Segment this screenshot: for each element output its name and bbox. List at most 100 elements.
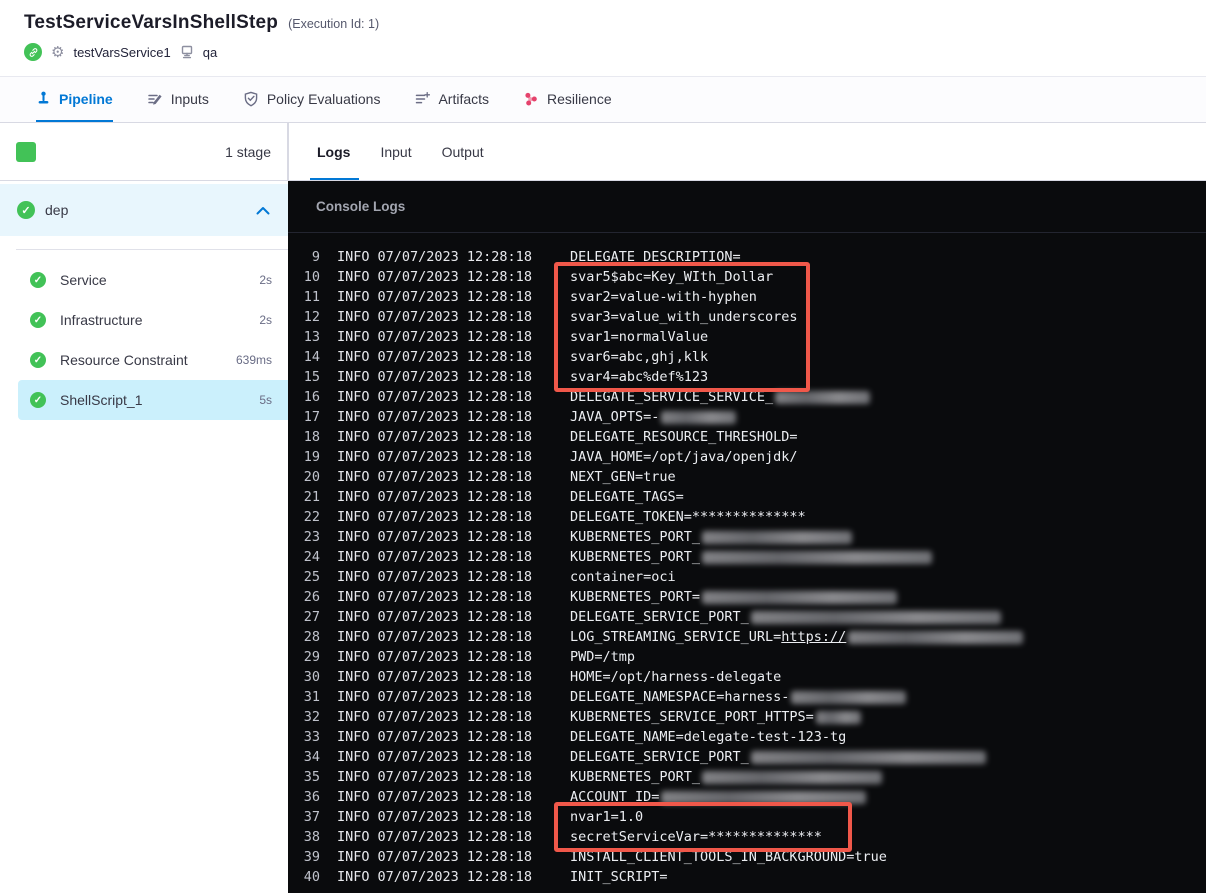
log-text: DELEGATE_SERVICE_PORT_ (569, 749, 749, 765)
tab-label: Pipeline (59, 90, 113, 107)
tab-artifacts[interactable]: Artifacts (414, 77, 489, 122)
log-level: INFO (337, 509, 370, 525)
log-line-number: 27 (303, 609, 320, 625)
step-duration: 5s (259, 393, 272, 407)
step-name: ShellScript_1 (60, 392, 143, 408)
log-text: JAVA_OPTS=- (569, 409, 660, 425)
log-row: 22 INFO 07/07/2023 12:28:18 DELEGATE_TOKEN=… (288, 507, 1206, 527)
log-row: 15 INFO 07/07/2023 12:28:18 svar4=abc%def%1… (288, 367, 1206, 387)
log-text: KUBERNETES_PORT= (569, 589, 700, 605)
log-line-number: 14 (303, 349, 320, 365)
log-row: 33 INFO 07/07/2023 12:28:18 DELEGATE_NAME=d… (288, 727, 1206, 747)
step-shellscript-1[interactable]: ✓ ShellScript_1 5s (18, 380, 288, 420)
log-text: svar4=abc%def%123 (569, 369, 709, 385)
redacted-text (750, 610, 1001, 624)
log-text: NEXT_GEN=true (569, 469, 676, 485)
log-line-number: 31 (303, 689, 320, 705)
log-timestamp: 07/07/2023 12:28:18 (377, 789, 532, 805)
log-row: 35 INFO 07/07/2023 12:28:18 KUBERNETES_PORT… (288, 767, 1206, 787)
log-level: INFO (337, 649, 370, 665)
log-line-number: 13 (303, 329, 320, 345)
log-message: svar3=value_with_underscores (570, 309, 798, 325)
log-row: 21 INFO 07/07/2023 12:28:18 DELEGATE_TAGS= (288, 487, 1206, 507)
log-message: INSTALL_CLIENT_TOOLS_IN_BACKGROUND=true (570, 849, 887, 865)
log-level: INFO (337, 829, 370, 845)
title-row: TestServiceVarsInShellStep (Execution Id… (24, 12, 1206, 34)
tab-policy-evaluations[interactable]: Policy Evaluations (243, 77, 380, 122)
step-infrastructure[interactable]: ✓ Infrastructure 2s (18, 300, 288, 340)
log-level: INFO (337, 309, 370, 325)
log-text: DELEGATE_TOKEN=************** (569, 509, 806, 525)
log-tab-logs[interactable]: Logs (309, 123, 361, 180)
log-level: INFO (337, 369, 370, 385)
log-timestamp: 07/07/2023 12:28:18 (377, 709, 532, 725)
log-text: svar2=value-with-hyphen (569, 289, 757, 305)
log-row: 37 INFO 07/07/2023 12:28:18 nvar1=1.0 (288, 807, 1206, 827)
log-timestamp: 07/07/2023 12:28:18 (377, 689, 532, 705)
log-message: JAVA_HOME=/opt/java/openjdk/ (570, 449, 798, 465)
log-line-number: 22 (303, 509, 320, 525)
log-message: INIT_SCRIPT= (570, 869, 668, 885)
log-text: HOME=/opt/harness-delegate (569, 669, 782, 685)
log-message: DELEGATE_SERVICE_PORT_ (570, 609, 1001, 625)
redacted-text (848, 630, 1024, 644)
step-resource-constraint[interactable]: ✓ Resource Constraint 639ms (18, 340, 288, 380)
log-text: JAVA_HOME=/opt/java/openjdk/ (569, 449, 798, 465)
log-row: 19 INFO 07/07/2023 12:28:18 JAVA_HOME=/opt/… (288, 447, 1206, 467)
redacted-text (702, 590, 897, 604)
log-row: 11 INFO 07/07/2023 12:28:18 svar2=value-wit… (288, 287, 1206, 307)
log-text: DELEGATE_DESCRIPTION= (569, 249, 741, 265)
log-level: INFO (337, 489, 370, 505)
step-name: Infrastructure (60, 312, 143, 328)
log-line-number: 18 (303, 429, 320, 445)
redacted-text (702, 550, 932, 564)
environment-icon (180, 45, 194, 59)
tab-label: Artifacts (438, 90, 490, 107)
log-text: container=oci (569, 569, 676, 585)
log-text: DELEGATE_TAGS= (569, 489, 684, 505)
log-timestamp: 07/07/2023 12:28:18 (377, 409, 532, 425)
log-row: 32 INFO 07/07/2023 12:28:18 KUBERNETES_SERV… (288, 707, 1206, 727)
log-message: KUBERNETES_SERVICE_PORT_HTTPS= (570, 709, 861, 725)
tab-inputs[interactable]: Inputs (147, 77, 209, 122)
step-name: Resource Constraint (60, 352, 188, 368)
execution-meta: ⚙ testVarsService1 qa (24, 43, 1206, 61)
log-tab-input[interactable]: Input (380, 123, 411, 180)
log-level: INFO (337, 769, 370, 785)
log-text: INIT_SCRIPT= (569, 869, 668, 885)
log-line-number: 32 (303, 709, 320, 725)
tab-pipeline[interactable]: Pipeline (36, 77, 113, 122)
log-timestamp: 07/07/2023 12:28:18 (377, 529, 532, 545)
log-link[interactable]: https:// (781, 629, 846, 645)
log-row: 38 INFO 07/07/2023 12:28:18 secretServiceVa… (288, 827, 1206, 847)
log-line-number: 17 (303, 409, 320, 425)
stage-group-dep[interactable]: ✓ dep (0, 184, 288, 236)
log-text: DELEGATE_SERVICE_PORT_ (569, 609, 749, 625)
log-row: 14 INFO 07/07/2023 12:28:18 svar6=abc,ghj,k… (288, 347, 1206, 367)
log-text: svar5$abc=Key_WIth_Dollar (569, 269, 774, 285)
step-service[interactable]: ✓ Service 2s (18, 260, 288, 300)
log-tab-output[interactable]: Output (442, 123, 484, 180)
log-text: KUBERNETES_PORT_ (569, 549, 700, 565)
log-level: INFO (337, 269, 370, 285)
log-timestamp: 07/07/2023 12:28:18 (377, 289, 532, 305)
log-row: 9 INFO 07/07/2023 12:28:18 DELEGATE_DESCRIP… (288, 247, 1206, 267)
execution-id: (Execution Id: 1) (288, 17, 380, 31)
log-tabs: Logs Input Output (288, 123, 1206, 181)
log-message: svar5$abc=Key_WIth_Dollar (570, 269, 773, 285)
log-level: INFO (337, 809, 370, 825)
inputs-icon (147, 91, 163, 107)
log-message: DELEGATE_TOKEN=************** (570, 509, 806, 525)
log-row: 17 INFO 07/07/2023 12:28:18 JAVA_OPTS=- (288, 407, 1206, 427)
environment-name: qa (202, 44, 218, 60)
log-row: 13 INFO 07/07/2023 12:28:18 svar1=normalVal… (288, 327, 1206, 347)
log-message: KUBERNETES_PORT= (570, 589, 897, 605)
tab-resilience[interactable]: Resilience (523, 77, 612, 122)
chevron-up-icon[interactable] (256, 206, 270, 215)
log-timestamp: 07/07/2023 12:28:18 (377, 469, 532, 485)
log-text: ACCOUNT_ID= (569, 789, 660, 805)
log-line-number: 15 (303, 369, 320, 385)
log-row: 29 INFO 07/07/2023 12:28:18 PWD=/tmp (288, 647, 1206, 667)
log-message: DELEGATE_SERVICE_SERVICE_ (570, 389, 871, 405)
log-timestamp: 07/07/2023 12:28:18 (377, 509, 532, 525)
